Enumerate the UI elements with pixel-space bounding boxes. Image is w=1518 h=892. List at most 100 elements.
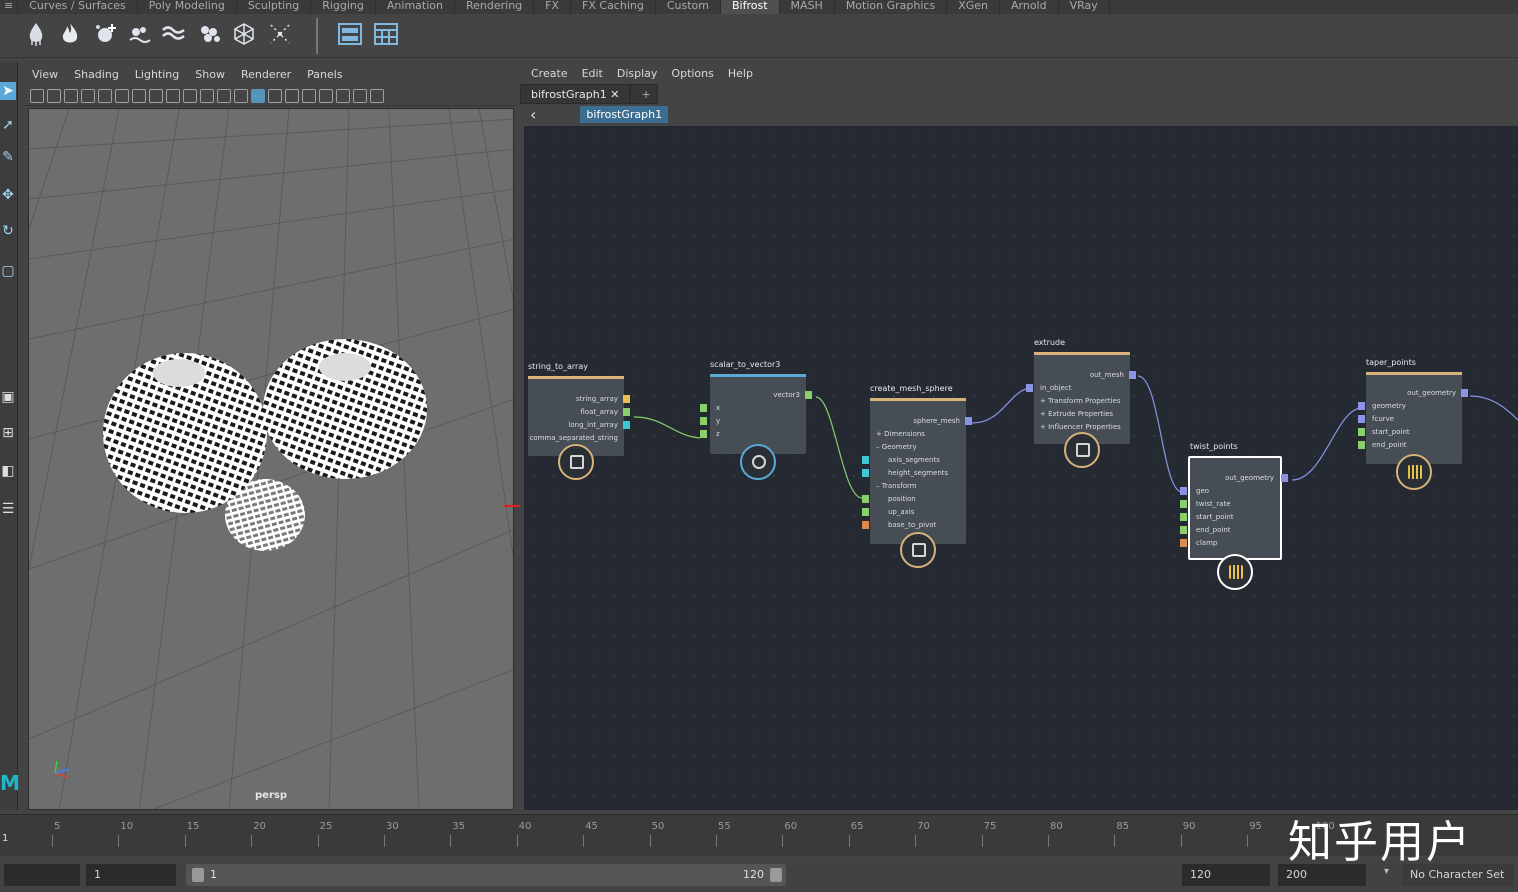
move-tool-icon[interactable]: ✥: [0, 186, 16, 204]
scale-tool-icon[interactable]: ▢: [0, 262, 16, 280]
bifrost-graph-editor-icon[interactable]: [336, 20, 364, 48]
bookmark-icon[interactable]: [64, 88, 78, 103]
perspective-viewport[interactable]: persp: [28, 108, 514, 810]
node-taper-points[interactable]: taper_points out_geometry geometry fcurv…: [1358, 358, 1468, 490]
close-tab-icon[interactable]: ✕: [610, 88, 619, 101]
port-twist-rate[interactable]: twist_rate: [1180, 498, 1280, 511]
film-gate-icon[interactable]: [132, 88, 146, 103]
select-camera-icon[interactable]: [30, 88, 44, 103]
bifrost-browser-icon[interactable]: [372, 20, 400, 48]
graph-canvas[interactable]: string_to_array string_array float_array…: [524, 126, 1518, 810]
viewport-menu-view[interactable]: View: [24, 68, 66, 81]
port-up-axis[interactable]: up_axis: [862, 506, 966, 519]
wireframe-icon[interactable]: [234, 88, 248, 103]
port-start-point[interactable]: start_point: [1358, 426, 1462, 439]
port-sphere-mesh-out[interactable]: sphere_mesh: [870, 415, 972, 428]
port-float-array[interactable]: float_array: [528, 406, 630, 419]
shelf-tab-rendering[interactable]: Rendering: [455, 0, 535, 14]
port-clamp[interactable]: clamp: [1180, 537, 1280, 550]
node-string-to-array[interactable]: string_to_array string_array float_array…: [528, 362, 630, 480]
viewport-menu-panels[interactable]: Panels: [299, 68, 350, 81]
shelf-tab-mash[interactable]: MASH: [780, 0, 835, 14]
node-create-mesh-sphere[interactable]: create_mesh_sphere sphere_mesh + Dimensi…: [862, 384, 972, 568]
breadcrumb-item[interactable]: bifrostGraph1: [580, 105, 669, 123]
shelf-tab-vray[interactable]: VRay: [1059, 0, 1110, 14]
shelf-tab-arnold[interactable]: Arnold: [1000, 0, 1059, 14]
port-out-geometry[interactable]: out_geometry: [1190, 472, 1288, 485]
shelf-tab-animation[interactable]: Animation: [376, 0, 455, 14]
shelf-tab-fx-caching[interactable]: FX Caching: [571, 0, 656, 14]
xray-icon[interactable]: [370, 88, 384, 103]
bifrost-aero-icon[interactable]: [196, 20, 224, 48]
scene-start-field[interactable]: [4, 864, 80, 886]
viewport-menu-lighting[interactable]: Lighting: [127, 68, 187, 81]
port-in-object[interactable]: in_object: [1026, 382, 1130, 395]
shelf-tab-poly-modeling[interactable]: Poly Modeling: [138, 0, 237, 14]
viewport-menu-shading[interactable]: Shading: [66, 68, 127, 81]
resolution-gate-icon[interactable]: [149, 88, 163, 103]
playback-start-field[interactable]: 1: [86, 864, 176, 886]
image-plane-icon[interactable]: [81, 88, 95, 103]
bifrost-foam-icon[interactable]: [126, 20, 154, 48]
graph-menu-edit[interactable]: Edit: [575, 67, 610, 80]
compound-badge-icon[interactable]: [1396, 454, 1432, 490]
bifrost-ocean-icon[interactable]: [160, 20, 188, 48]
add-tab-button[interactable]: +: [630, 84, 659, 104]
viewport-menu-renderer[interactable]: Renderer: [233, 68, 299, 81]
port-group-geometry[interactable]: – Geometry: [870, 441, 966, 454]
shelf-tab-motion-graphics[interactable]: Motion Graphics: [835, 0, 948, 14]
bifrost-liquid-icon[interactable]: [22, 20, 50, 48]
shelf-tab-sculpting[interactable]: Sculpting: [237, 0, 312, 14]
node-twist-points[interactable]: twist_points out_geometry geo twist_rate…: [1180, 442, 1288, 590]
grid-toggle-icon[interactable]: [115, 88, 129, 103]
compound-badge-icon[interactable]: [558, 444, 594, 480]
port-axis-segments[interactable]: axis_segments: [862, 454, 966, 467]
port-position[interactable]: position: [862, 493, 966, 506]
shelf-tab-xgen[interactable]: XGen: [947, 0, 1000, 14]
graph-menu-create[interactable]: Create: [524, 67, 575, 80]
rotate-tool-icon[interactable]: ↻: [0, 222, 16, 240]
camera-attributes-icon[interactable]: [47, 88, 61, 103]
textured-icon[interactable]: [302, 88, 316, 103]
paint-select-tool-icon[interactable]: ✎: [0, 148, 16, 166]
shelf-tab-bifrost[interactable]: Bifrost: [721, 0, 780, 14]
compound-badge-icon[interactable]: [900, 532, 936, 568]
port-geo[interactable]: geo: [1180, 485, 1280, 498]
port-group-extrude-properties[interactable]: + Extrude Properties: [1034, 408, 1130, 421]
bifrost-collider-icon[interactable]: [230, 20, 258, 48]
wireframe-on-shaded-icon[interactable]: [268, 88, 282, 103]
port-group-transform-properties[interactable]: + Transform Properties: [1034, 395, 1130, 408]
two-view-layout-icon[interactable]: ◧: [0, 462, 16, 480]
port-vector3-out[interactable]: vector3: [710, 389, 812, 402]
selected-badge-icon[interactable]: [1217, 554, 1253, 590]
port-out-mesh[interactable]: out_mesh: [1034, 369, 1136, 382]
shelf-tab-curves-surfaces[interactable]: Curves / Surfaces: [18, 0, 138, 14]
lighting-icon[interactable]: [319, 88, 333, 103]
four-view-layout-icon[interactable]: ⊞: [0, 424, 16, 442]
gate-mask-icon[interactable]: [166, 88, 180, 103]
port-long-int-array[interactable]: long_int_array: [528, 419, 630, 432]
safe-title-icon[interactable]: [217, 88, 231, 103]
compound-badge-icon[interactable]: [1064, 432, 1100, 468]
port-start-point[interactable]: start_point: [1180, 511, 1280, 524]
bifrost-fire-icon[interactable]: [56, 20, 84, 48]
shelf-tab-rigging[interactable]: Rigging: [311, 0, 376, 14]
port-x[interactable]: x: [700, 402, 806, 415]
graph-menu-options[interactable]: Options: [664, 67, 720, 80]
range-start-handle[interactable]: [192, 868, 204, 882]
graph-menu-help[interactable]: Help: [721, 67, 760, 80]
range-slider[interactable]: 1 120: [186, 864, 786, 886]
playback-end-field[interactable]: 120: [1182, 864, 1270, 886]
port-out-geometry[interactable]: out_geometry: [1366, 387, 1468, 400]
bifrost-emitter-icon[interactable]: [92, 20, 120, 48]
node-extrude[interactable]: extrude out_mesh in_object + Transform P…: [1026, 338, 1136, 468]
range-end-handle[interactable]: [770, 868, 782, 882]
port-base-to-pivot[interactable]: base_to_pivot: [862, 519, 966, 532]
port-group-transform[interactable]: – Transform: [870, 480, 966, 493]
single-view-layout-icon[interactable]: ▣: [0, 388, 16, 406]
port-geometry[interactable]: geometry: [1358, 400, 1462, 413]
shelf-tab-custom[interactable]: Custom: [656, 0, 721, 14]
field-chart-icon[interactable]: [183, 88, 197, 103]
shadows-icon[interactable]: [336, 88, 350, 103]
select-tool-icon[interactable]: ➤: [0, 82, 16, 100]
